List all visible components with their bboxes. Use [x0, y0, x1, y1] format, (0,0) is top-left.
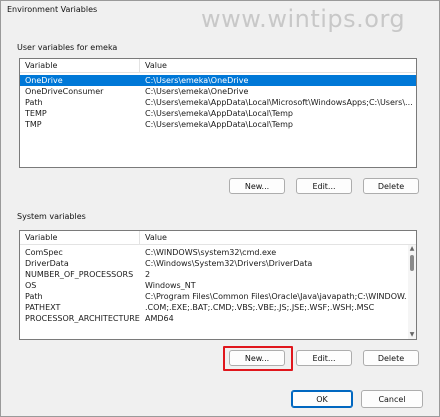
row-variable: OS — [25, 281, 37, 290]
row-variable: PATHEXT — [25, 303, 61, 312]
table-row[interactable]: OS Windows_NT — [20, 280, 407, 291]
system-variables-scrollbar[interactable]: ▲ ▼ — [408, 245, 416, 339]
column-header-variable[interactable]: Variable — [20, 231, 140, 244]
scroll-down-arrow-icon[interactable]: ▼ — [408, 331, 416, 339]
cancel-button[interactable]: Cancel — [361, 390, 423, 408]
row-variable: TEMP — [25, 109, 47, 118]
table-row[interactable]: NUMBER_OF_PROCESSORS 2 — [20, 269, 407, 280]
row-value: C:\Users\emeka\AppData\Local\Microsoft\W… — [145, 98, 413, 107]
row-variable: ComSpec — [25, 248, 63, 257]
column-header-value[interactable]: Value — [140, 61, 167, 70]
row-variable: TMP — [25, 120, 42, 129]
row-value: C:\WINDOWS\system32\cmd.exe — [145, 248, 277, 257]
row-variable: DriverData — [25, 259, 69, 268]
table-row[interactable]: PROCESSOR_ARCHITECTURE AMD64 — [20, 313, 407, 324]
table-row[interactable]: PATHEXT .COM;.EXE;.BAT;.CMD;.VBS;.VBE;.J… — [20, 302, 407, 313]
column-header-value[interactable]: Value — [140, 233, 167, 242]
table-row[interactable]: Path C:\Users\emeka\AppData\Local\Micros… — [20, 97, 416, 108]
row-value: Windows_NT — [145, 281, 196, 290]
user-delete-button[interactable]: Delete — [363, 178, 419, 194]
system-variables-label: System variables — [17, 212, 86, 221]
row-variable: Path — [25, 98, 43, 107]
system-variables-list[interactable]: Variable Value ComSpec C:\WINDOWS\system… — [19, 230, 417, 340]
table-row[interactable]: TMP C:\Users\emeka\AppData\Local\Temp — [20, 119, 416, 130]
column-header-variable[interactable]: Variable — [20, 59, 140, 72]
scrollbar-thumb[interactable] — [410, 255, 414, 271]
watermark: www.wintips.org — [201, 5, 406, 33]
ok-button[interactable]: OK — [291, 390, 353, 408]
row-value: .COM;.EXE;.BAT;.CMD;.VBS;.VBE;.JS;.JSE;.… — [145, 303, 375, 312]
user-edit-button[interactable]: Edit... — [296, 178, 352, 194]
row-variable: OneDrive — [25, 76, 63, 85]
highlight-box — [223, 346, 293, 371]
table-row[interactable]: DriverData C:\Windows\System32\Drivers\D… — [20, 258, 407, 269]
environment-variables-dialog: Environment Variables www.wintips.org Us… — [0, 0, 440, 417]
user-new-button[interactable]: New... — [229, 178, 285, 194]
row-value: 2 — [145, 270, 151, 279]
system-delete-button[interactable]: Delete — [363, 350, 419, 366]
user-variables-header: Variable Value — [20, 59, 416, 73]
row-value: C:\Windows\System32\Drivers\DriverData — [145, 259, 313, 268]
row-value: C:\Users\emeka\AppData\Local\Temp — [145, 109, 293, 118]
row-value: C:\Users\emeka\OneDrive — [145, 87, 249, 96]
row-value: C:\Users\emeka\AppData\Local\Temp — [145, 120, 293, 129]
table-row[interactable]: TEMP C:\Users\emeka\AppData\Local\Temp — [20, 108, 416, 119]
system-edit-button[interactable]: Edit... — [296, 350, 352, 366]
row-value: C:\Program Files\Common Files\Oracle\Jav… — [145, 292, 407, 301]
table-row[interactable]: OneDriveConsumer C:\Users\emeka\OneDrive — [20, 86, 416, 97]
table-row[interactable]: ComSpec C:\WINDOWS\system32\cmd.exe — [20, 247, 407, 258]
row-value: C:\Users\emeka\OneDrive — [145, 76, 249, 85]
row-variable: NUMBER_OF_PROCESSORS — [25, 270, 134, 279]
user-variables-list[interactable]: Variable Value OneDrive C:\Users\emeka\O… — [19, 58, 417, 168]
row-variable: OneDriveConsumer — [25, 87, 104, 96]
row-variable: Path — [25, 292, 43, 301]
scroll-up-arrow-icon[interactable]: ▲ — [408, 245, 416, 253]
system-variables-header: Variable Value — [20, 231, 416, 245]
row-value: AMD64 — [145, 314, 174, 323]
user-variables-label: User variables for emeka — [17, 43, 118, 52]
table-row[interactable]: Path C:\Program Files\Common Files\Oracl… — [20, 291, 407, 302]
window-title: Environment Variables — [7, 5, 98, 14]
row-variable: PROCESSOR_ARCHITECTURE — [25, 314, 140, 323]
table-row[interactable]: OneDrive C:\Users\emeka\OneDrive — [20, 75, 416, 86]
